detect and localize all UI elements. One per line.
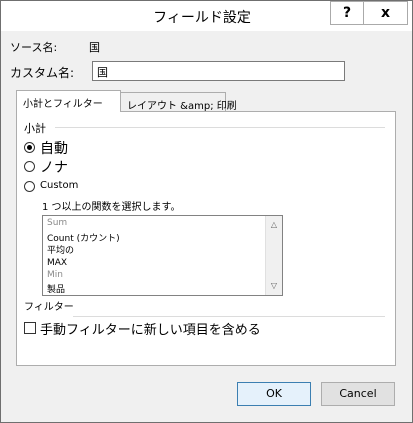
list-item[interactable]: 平均の <box>47 243 74 256</box>
subtotals-divider <box>55 127 385 128</box>
custom-name-label: カスタム名: <box>10 66 75 80</box>
ok-button[interactable]: OK <box>237 382 311 406</box>
list-item[interactable]: 製品 <box>47 282 65 295</box>
subtotal-none-radio[interactable] <box>24 161 35 172</box>
scroll-up-icon[interactable]: △ <box>266 218 282 232</box>
include-new-items-label[interactable]: 手動フィルターに新しい項目を含める <box>40 319 261 338</box>
list-item[interactable]: MAX <box>47 258 67 268</box>
subtotal-custom-label[interactable]: Custom <box>40 180 78 191</box>
cancel-button[interactable]: Cancel <box>321 382 395 406</box>
close-button[interactable]: x <box>363 1 408 25</box>
list-item[interactable]: Sum <box>47 218 67 228</box>
help-button[interactable]: ? <box>330 1 364 25</box>
include-new-items-checkbox[interactable] <box>24 322 36 334</box>
source-name-label: ソース名: <box>10 41 58 54</box>
functions-list[interactable]: Sum Count (カウント) 平均の MAX Min 製品 △ ▽ <box>42 215 283 296</box>
list-item[interactable]: Min <box>47 270 63 280</box>
filter-heading: フィルター <box>24 302 74 313</box>
field-settings-dialog: フィールド設定 ? x ソース名: 国 カスタム名: 国 小計とフィルター レイ… <box>0 0 413 423</box>
subtotals-heading: 小計 <box>24 122 46 135</box>
title-bar: フィールド設定 ? x <box>1 1 412 31</box>
custom-name-value: 国 <box>97 66 108 79</box>
subtotal-none-label[interactable]: ノナ <box>40 157 68 177</box>
list-scrollbar[interactable]: △ ▽ <box>265 216 282 295</box>
custom-name-field[interactable]: 国 <box>92 61 345 81</box>
subtotal-automatic-label[interactable]: 自動 <box>40 138 68 158</box>
functions-prompt: 1 つ以上の関数を選択します。 <box>42 202 181 213</box>
tab-subtotals-filters[interactable]: 小計とフィルター <box>16 90 121 112</box>
tab-layout-print[interactable]: レイアウト &amp; 印刷 <box>120 92 237 112</box>
source-name-value: 国 <box>89 41 100 54</box>
subtotal-custom-radio[interactable] <box>24 181 35 192</box>
filter-divider <box>73 316 385 317</box>
scroll-down-icon[interactable]: ▽ <box>266 279 282 293</box>
subtotal-automatic-radio[interactable] <box>24 142 35 153</box>
